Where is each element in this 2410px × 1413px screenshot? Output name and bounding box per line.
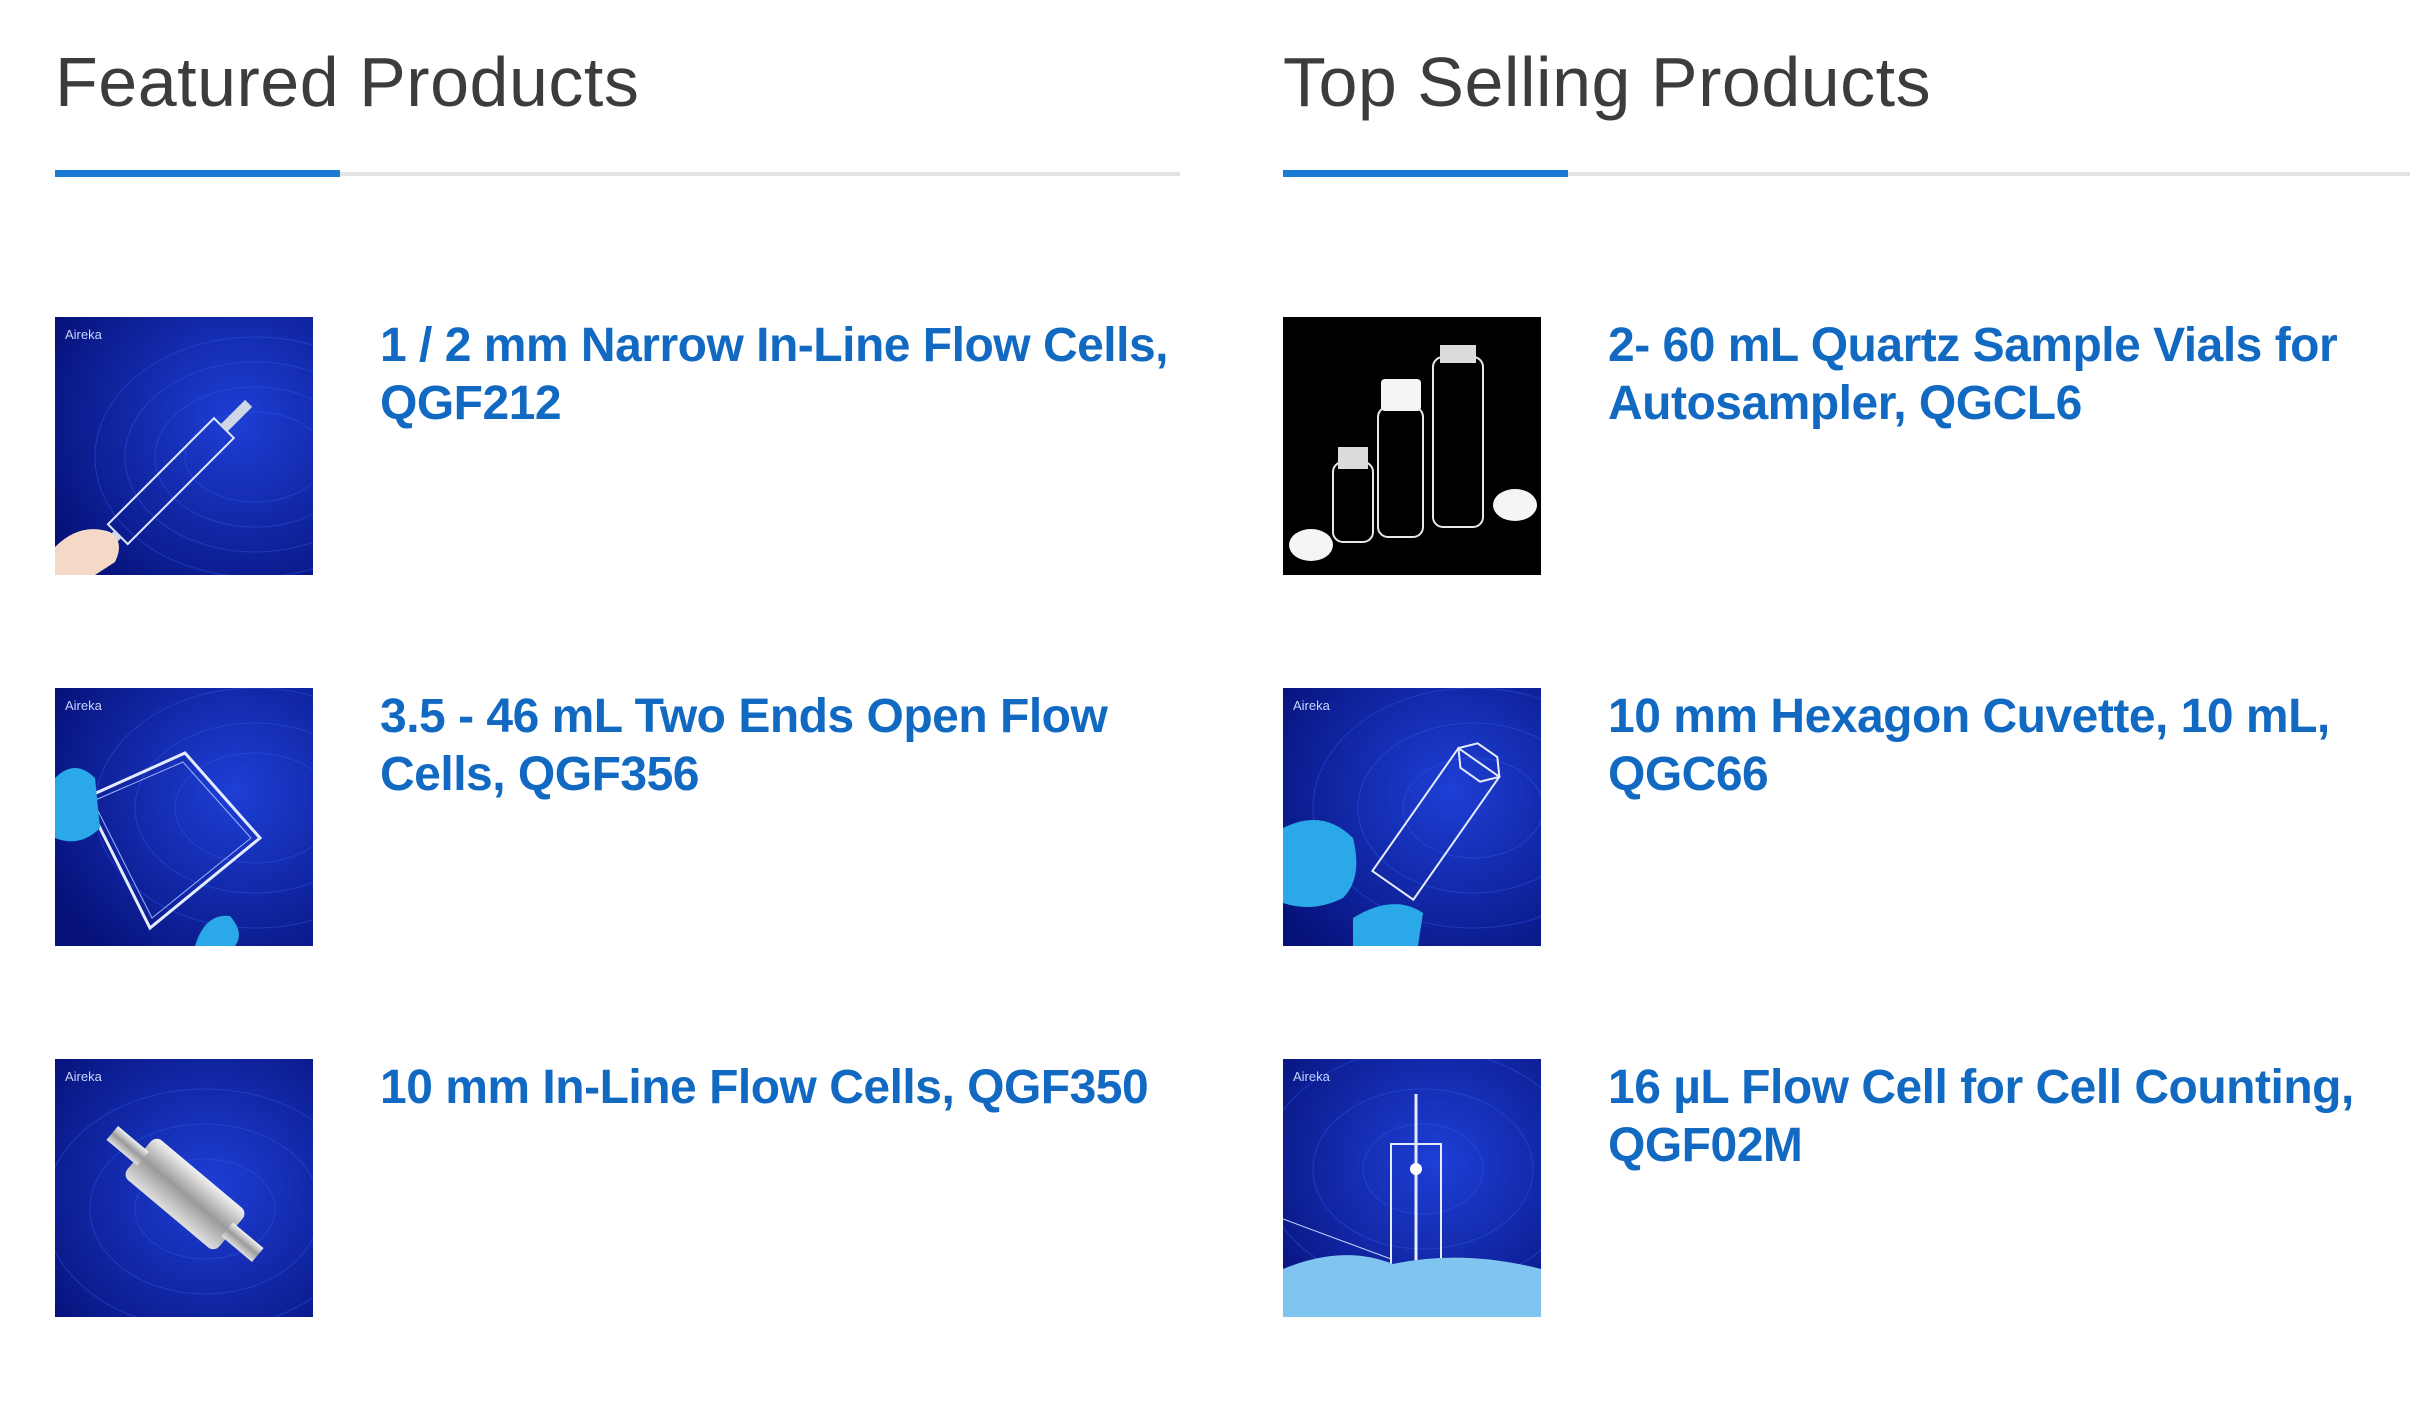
product-link-qgcl6[interactable]: 2- 60 mL Quartz Sample Vials for Autosam… bbox=[1608, 317, 2410, 433]
inline-flow-cell-image[interactable]: Aireka bbox=[55, 1059, 313, 1317]
product-link-qgf02m[interactable]: 16 µL Flow Cell for Cell Counting, QGF02… bbox=[1608, 1059, 2410, 1175]
product-item: Aireka 10 mm In-Line Flow Cells, QGF350 bbox=[55, 1059, 1180, 1319]
featured-divider-accent bbox=[55, 170, 340, 177]
top-selling-divider-accent bbox=[1283, 170, 1568, 177]
product-link-qgf350[interactable]: 10 mm In-Line Flow Cells, QGF350 bbox=[380, 1059, 1180, 1117]
cell-counting-flow-cell-image[interactable]: Aireka bbox=[1283, 1059, 1541, 1317]
product-link-qgf356[interactable]: 3.5 - 46 mL Two Ends Open Flow Cells, QG… bbox=[380, 688, 1180, 804]
hexagon-cuvette-image[interactable]: Aireka bbox=[1283, 688, 1541, 946]
narrow-flow-cell-image[interactable]: Aireka bbox=[55, 317, 313, 575]
sample-vials-image[interactable] bbox=[1283, 317, 1541, 575]
open-flow-cell-image[interactable]: Aireka bbox=[55, 688, 313, 946]
brand-watermark: Aireka bbox=[1293, 1069, 1331, 1084]
product-item: Aireka 3.5 - 46 mL Two Ends Open Flow Ce… bbox=[55, 688, 1180, 948]
product-item: Aireka 1 / 2 mm Narrow In-Line Flow Cell… bbox=[55, 317, 1180, 577]
top-selling-products-title: Top Selling Products bbox=[1283, 43, 1932, 121]
brand-watermark: Aireka bbox=[65, 698, 103, 713]
brand-watermark: Aireka bbox=[65, 1069, 103, 1084]
product-item: Aireka 16 µL Flow Cell for Cell Counting… bbox=[1283, 1059, 2410, 1319]
product-item: 2- 60 mL Quartz Sample Vials for Autosam… bbox=[1283, 317, 2410, 577]
featured-products-title: Featured Products bbox=[55, 43, 640, 121]
brand-watermark: Aireka bbox=[65, 327, 103, 342]
product-link-qgf212[interactable]: 1 / 2 mm Narrow In-Line Flow Cells, QGF2… bbox=[380, 317, 1180, 433]
product-link-qgc66[interactable]: 10 mm Hexagon Cuvette, 10 mL, QGC66 bbox=[1608, 688, 2410, 804]
product-item: Aireka 10 mm Hexagon Cuvette, 10 mL, QGC… bbox=[1283, 688, 2410, 948]
brand-watermark: Aireka bbox=[1293, 698, 1331, 713]
